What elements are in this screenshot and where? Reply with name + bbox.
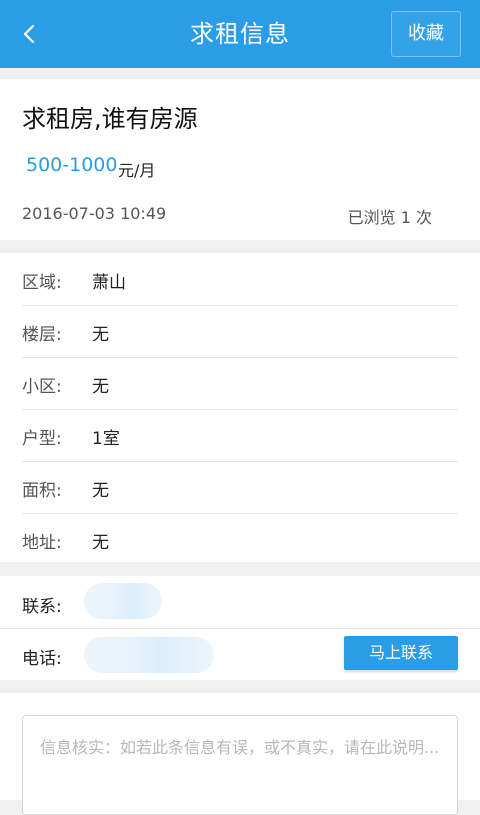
detail-label: 小区: (22, 377, 62, 397)
view-count: 已浏览 1 次 (347, 208, 432, 227)
contact-name-redacted (84, 583, 162, 619)
contact-label: 联系: (22, 597, 62, 617)
phone-row: 电话: 马上联系 (0, 628, 480, 680)
listing-title: 求租房,谁有房源 (22, 105, 198, 133)
detail-row-area: 区域: 萧山 (22, 253, 458, 306)
detail-label: 户型: (22, 429, 62, 449)
call-now-button[interactable]: 马上联系 (344, 636, 458, 670)
favorite-button[interactable]: 收藏 (391, 11, 461, 57)
phone-number-redacted (84, 637, 214, 673)
price-unit: 元/月 (118, 161, 156, 180)
detail-value: 无 (92, 533, 109, 553)
detail-label: 地址: (22, 533, 62, 553)
report-section: 信息核实：如若此条信息有误，或不真实，请在此说明... (0, 693, 480, 815)
detail-value: 1室 (92, 429, 120, 449)
top-bar: 求租信息 收藏 (0, 0, 480, 68)
detail-list: 区域: 萧山 楼层: 无 小区: 无 户型: 1室 面积: 无 地址: 无 (0, 253, 480, 562)
contact-section: 联系: 电话: 马上联系 (0, 576, 480, 680)
detail-row-floor: 楼层: 无 (22, 305, 458, 358)
detail-label: 区域: (22, 273, 62, 293)
detail-label: 面积: (22, 481, 62, 501)
detail-label: 楼层: (22, 325, 62, 345)
report-input[interactable]: 信息核实：如若此条信息有误，或不真实，请在此说明... (22, 715, 458, 815)
detail-value: 无 (92, 325, 109, 345)
detail-row-size: 面积: 无 (22, 461, 458, 514)
detail-value: 萧山 (92, 273, 126, 293)
price-range: 500-1000 (26, 154, 118, 176)
detail-value: 无 (92, 377, 109, 397)
detail-row-layout: 户型: 1室 (22, 409, 458, 462)
phone-label: 电话: (22, 649, 62, 669)
detail-row-address: 地址: 无 (22, 513, 458, 565)
post-time: 2016-07-03 10:49 (22, 204, 167, 223)
detail-value: 无 (92, 481, 109, 501)
detail-row-community: 小区: 无 (22, 357, 458, 410)
contact-row: 联系: (0, 576, 480, 629)
